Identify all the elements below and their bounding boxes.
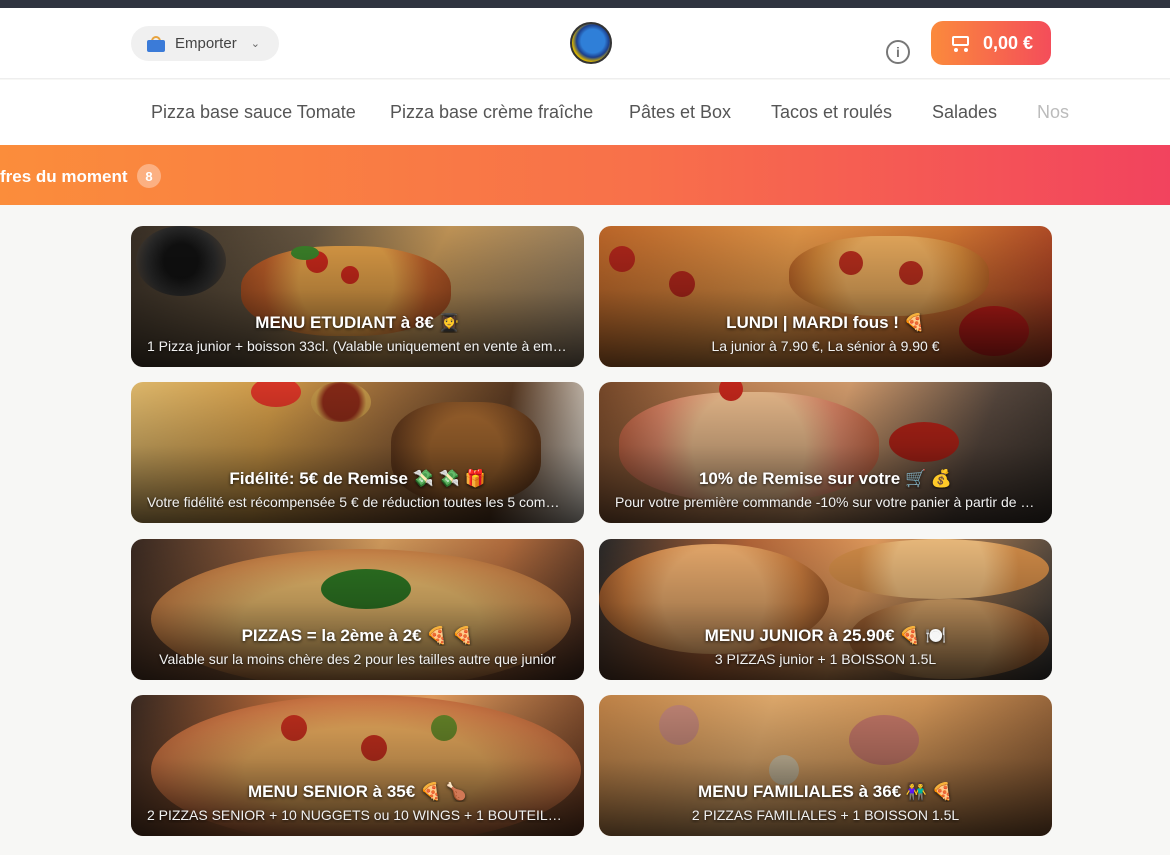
category-tab-pizza-tomate[interactable]: Pizza base sauce Tomate: [151, 102, 356, 123]
offers-banner: fres du moment: [0, 145, 1170, 205]
offer-card-menu-familiales[interactable]: MENU FAMILIALES à 36€ 👫 🍕 2 PIZZAS FAMIL…: [599, 695, 1052, 836]
offer-subtitle: Valable sur la moins chère des 2 pour le…: [159, 651, 556, 667]
offer-title: 10% de Remise sur votre 🛒 💰: [698, 469, 953, 488]
category-tab-salades[interactable]: Salades: [932, 102, 997, 123]
category-nav: Pizza base sauce Tomate Pizza base crème…: [0, 80, 1170, 145]
offer-title: MENU ETUDIANT à 8€ 👩‍🎓: [255, 313, 460, 332]
offer-subtitle: 3 PIZZAS junior + 1 BOISSON 1.5L: [714, 651, 937, 667]
category-tab-tacos[interactable]: Tacos et roulés: [771, 102, 892, 123]
info-icon[interactable]: i: [886, 40, 910, 64]
category-tab-nos[interactable]: Nos: [1037, 102, 1069, 123]
offer-subtitle: Votre fidélité est récompensée 5 € de ré…: [147, 494, 568, 510]
offers-banner-title: fres du moment: [0, 167, 128, 186]
offer-subtitle: 1 Pizza junior + boisson 33cl. (Valable …: [147, 338, 568, 354]
offer-card-menu-etudiant[interactable]: MENU ETUDIANT à 8€ 👩‍🎓 1 Pizza junior + …: [131, 226, 584, 367]
restaurant-logo[interactable]: [570, 22, 612, 64]
offer-title: PIZZAS = la 2ème à 2€ 🍕 🍕: [241, 626, 474, 645]
offer-title: MENU FAMILIALES à 36€ 👫 🍕: [698, 782, 953, 801]
order-mode-label: Emporter: [175, 35, 237, 52]
chevron-down-icon: ⌄: [250, 38, 260, 50]
offers-count-badge: 8: [137, 164, 161, 188]
cart-total: 0,00 €: [982, 32, 1034, 53]
category-tab-pates-box[interactable]: Pâtes et Box: [629, 102, 731, 123]
category-tab-pizza-creme[interactable]: Pizza base crème fraîche: [390, 102, 593, 123]
offer-title: MENU SENIOR à 35€ 🍕 🍗: [248, 782, 467, 801]
offer-subtitle: 2 PIZZAS SENIOR + 10 NUGGETS ou 10 WINGS…: [147, 807, 568, 823]
offer-card-remise-10[interactable]: 10% de Remise sur votre 🛒 💰 Pour votre p…: [599, 382, 1052, 523]
shopping-bag-icon: [147, 35, 165, 52]
offer-subtitle: Pour votre première commande -10% sur vo…: [615, 494, 1036, 510]
offer-subtitle: La junior à 7.90 €, La sénior à 9.90 €: [711, 338, 940, 354]
offer-card-menu-senior[interactable]: MENU SENIOR à 35€ 🍕 🍗 2 PIZZAS SENIOR + …: [131, 695, 584, 836]
offer-title: MENU JUNIOR à 25.90€ 🍕 🍽️: [704, 626, 947, 645]
order-mode-selector[interactable]: Emporter ⌄: [131, 26, 279, 61]
offer-subtitle: 2 PIZZAS FAMILIALES + 1 BOISSON 1.5L: [691, 807, 960, 823]
offer-title: LUNDI | MARDI fous ! 🍕: [726, 313, 925, 332]
cart-icon: [949, 34, 971, 52]
offer-title: Fidélité: 5€ de Remise 💸 💸 🎁: [229, 469, 486, 488]
offer-card-lundi-mardi[interactable]: LUNDI | MARDI fous ! 🍕 La junior à 7.90 …: [599, 226, 1052, 367]
offer-card-fidelite[interactable]: Fidélité: 5€ de Remise 💸 💸 🎁 Votre fidél…: [131, 382, 584, 523]
site-header: Emporter ⌄ i 0,00 €: [0, 8, 1170, 79]
window-top-bar: [0, 0, 1170, 8]
offer-card-2eme-pizza[interactable]: PIZZAS = la 2ème à 2€ 🍕 🍕 Valable sur la…: [131, 539, 584, 680]
cart-button[interactable]: 0,00 €: [931, 21, 1051, 65]
offer-card-menu-junior[interactable]: MENU JUNIOR à 25.90€ 🍕 🍽️ 3 PIZZAS junio…: [599, 539, 1052, 680]
